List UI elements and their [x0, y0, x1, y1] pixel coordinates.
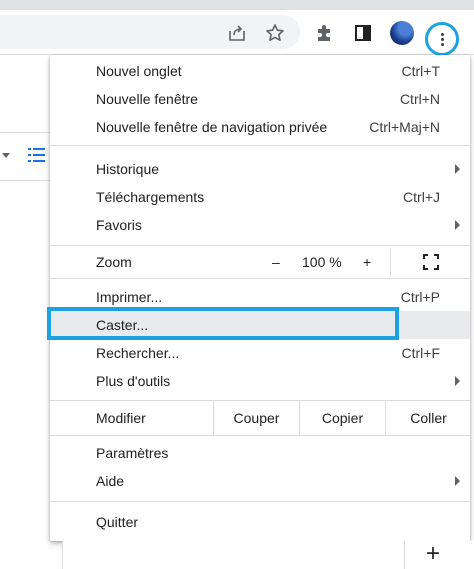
- menu-item-new-tab[interactable]: Nouvel onglet Ctrl+T: [50, 57, 470, 85]
- menu-item-new-window[interactable]: Nouvelle fenêtre Ctrl+N: [50, 85, 470, 113]
- menu-item-zoom: Zoom – 100 % +: [50, 248, 470, 276]
- page-bottom-area: [62, 541, 474, 569]
- browser-toolbar: [0, 10, 474, 56]
- zoom-in-button[interactable]: +: [363, 254, 371, 270]
- add-button[interactable]: +: [426, 542, 440, 566]
- submenu-arrow-icon: [455, 376, 460, 386]
- menu-item-help[interactable]: Aide: [50, 467, 470, 495]
- copy-button[interactable]: Copier: [299, 401, 385, 435]
- menu-edit-row: Modifier Couper Copier Coller: [50, 401, 470, 435]
- share-icon[interactable]: [226, 22, 248, 44]
- zoom-level: 100 %: [302, 254, 342, 270]
- numbered-list-icon[interactable]: [28, 147, 46, 163]
- submenu-arrow-icon: [455, 220, 460, 230]
- menu-separator: [50, 145, 470, 146]
- menu-item-find[interactable]: Rechercher... Ctrl+F: [50, 339, 470, 367]
- menu-item-new-private-window[interactable]: Nouvelle fenêtre de navigation privée Ct…: [50, 113, 470, 141]
- sidepanel-icon[interactable]: [352, 22, 374, 44]
- menu-item-more-tools[interactable]: Plus d'outils: [50, 367, 470, 395]
- menu-separator: [50, 278, 470, 279]
- menu-separator: [50, 245, 470, 246]
- paste-button[interactable]: Coller: [385, 401, 471, 435]
- dropdown-caret-icon[interactable]: [2, 153, 10, 158]
- menu-separator: [50, 435, 470, 436]
- cut-button[interactable]: Couper: [213, 401, 299, 435]
- menu-item-favorites[interactable]: Favoris: [50, 211, 470, 239]
- star-icon[interactable]: [264, 22, 286, 44]
- menu-item-downloads[interactable]: Téléchargements Ctrl+J: [50, 183, 470, 211]
- address-bar[interactable]: [0, 15, 300, 49]
- menu-item-history[interactable]: Historique: [50, 155, 470, 183]
- menu-item-settings[interactable]: Paramètres: [50, 439, 470, 467]
- submenu-arrow-icon: [455, 164, 460, 174]
- extensions-icon[interactable]: [313, 22, 335, 44]
- submenu-arrow-icon: [455, 476, 460, 486]
- menu-separator: [50, 501, 470, 502]
- page-background: [0, 55, 50, 569]
- menu-item-quit[interactable]: Quitter: [50, 508, 470, 536]
- fullscreen-icon[interactable]: [423, 254, 439, 270]
- menu-dots-icon[interactable]: [425, 22, 459, 56]
- zoom-out-button[interactable]: –: [272, 254, 280, 270]
- profile-avatar[interactable]: [390, 21, 414, 45]
- cast-highlight-annotation: [47, 307, 399, 340]
- tab-strip: [0, 0, 474, 10]
- chrome-main-menu: Nouvel onglet Ctrl+T Nouvelle fenêtre Ct…: [50, 55, 470, 541]
